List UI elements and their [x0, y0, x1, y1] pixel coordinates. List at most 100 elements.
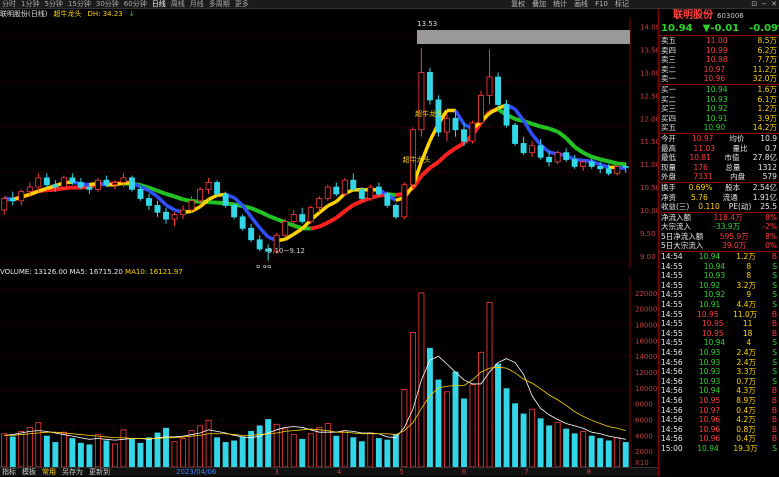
high-highlight-band — [417, 30, 630, 44]
candle-body — [623, 166, 628, 167]
volume-bar — [232, 441, 237, 467]
stat2-row: 收益(三)0.110PE(动)25.5 — [659, 202, 779, 212]
volume-chart[interactable]: 2200020000180001600014000120001000080006… — [0, 277, 658, 467]
cursor-date: 2023/04/06 — [176, 468, 216, 476]
tick-row-cell: 14:55 — [661, 300, 683, 310]
period-tab-6[interactable]: 日线 — [152, 0, 166, 9]
tick-row: 14:5610.944.3万B — [659, 386, 779, 396]
tick-row-cell: 0.7万 — [737, 377, 756, 387]
volume-bar — [87, 445, 92, 467]
volume-bar — [530, 409, 535, 467]
period-tab-8[interactable]: 月线 — [190, 0, 204, 9]
tool-button-3[interactable]: 画线 — [574, 0, 588, 9]
ask-book: 卖五11.008.5万卖四10.996.2万卖三10.987.7万卖二10.97… — [659, 36, 779, 84]
period-tab-10[interactable]: 更多 — [235, 0, 249, 9]
volume-axis-label: 12000 — [635, 369, 657, 377]
stat2-row: 净资5.76流通1.91亿 — [659, 193, 779, 203]
price-axis-label: 9.00 — [640, 253, 656, 261]
ma5-segment — [336, 193, 345, 201]
candle-body — [564, 153, 569, 160]
stat-row-cell: 10.9 — [760, 134, 777, 144]
tool-button-5[interactable]: 标记 — [615, 0, 629, 9]
minimize-icon[interactable]: − — [761, 0, 767, 9]
tool-button-4[interactable]: F10 — [595, 0, 608, 9]
price-chart[interactable]: 14.0013.5013.0012.5012.0011.5011.0010.50… — [0, 19, 658, 268]
stat2-row-cell: 2.54亿 — [753, 183, 777, 193]
indicator-name[interactable]: 超牛龙头 — [53, 9, 81, 19]
month-mark: 7 — [524, 468, 528, 476]
volume-bar — [61, 432, 66, 467]
stat2-row-cell: 股本 — [725, 183, 740, 193]
volume-bar — [121, 430, 126, 467]
period-tab-1[interactable]: 1分钟 — [21, 0, 39, 9]
flow-row: 净流入额118.4万8% — [659, 213, 779, 223]
restore-icon[interactable]: ⊡ — [751, 0, 757, 9]
volume-axis-label: 2000 — [635, 448, 653, 456]
tick-row-cell: 15:00 — [661, 444, 683, 454]
bid-row-cell: 10.91 — [706, 114, 727, 124]
candle-body — [555, 153, 560, 162]
tick-row-cell: 10.94 — [697, 444, 718, 454]
bottom-tab-3[interactable]: 另存为 — [62, 468, 83, 476]
ask-row-cell: 10.97 — [704, 65, 725, 75]
flow-row-cell: -2% — [762, 222, 777, 232]
period-tab-7[interactable]: 周线 — [171, 0, 185, 9]
tick-row-cell: S — [772, 262, 777, 272]
volume-bar — [598, 439, 603, 467]
period-tab-2[interactable]: 5分钟 — [44, 0, 62, 9]
tick-row-cell: 0.4万 — [736, 434, 755, 444]
volume-bar — [53, 442, 58, 467]
volume-axis-label: 14000 — [635, 353, 657, 361]
volume-bar — [317, 427, 322, 467]
bottom-tab-4[interactable]: 更新到 — [89, 468, 110, 476]
tick-row-cell: 10.95 — [699, 396, 720, 406]
stat-row-cell: 10.81 — [689, 153, 710, 163]
ma10-segment — [575, 147, 584, 153]
close-icon[interactable]: ✕ — [771, 0, 777, 9]
bottom-tab-1[interactable]: 模板 — [22, 468, 36, 476]
candle-body — [598, 166, 603, 168]
ask-row-cell: 卖一 — [661, 74, 676, 84]
volume-bar — [325, 423, 330, 467]
stat-row-cell: 量比 — [733, 144, 748, 154]
period-tab-9[interactable]: 多周期 — [209, 0, 230, 9]
tick-row-cell: 10.94 — [699, 252, 720, 262]
tool-button-1[interactable]: 叠加 — [532, 0, 546, 9]
ask-row: 卖二10.9711.2万 — [659, 65, 779, 75]
tick-row-cell: 10.93 — [699, 377, 720, 387]
volume-bar — [444, 392, 449, 467]
candle-body — [376, 187, 381, 194]
tick-row-cell: S — [772, 377, 777, 387]
tick-row: 14:5610.933.3万S — [659, 367, 779, 377]
candle-body — [172, 215, 177, 220]
ask-row: 卖四10.996.2万 — [659, 46, 779, 56]
candle-body — [334, 187, 339, 194]
period-tab-3[interactable]: 15分钟 — [68, 0, 91, 9]
tick-row-cell: 14:54 — [661, 252, 683, 262]
volume-bar — [359, 442, 364, 467]
volume-bar — [615, 438, 620, 467]
price-axis-label: 14.00 — [640, 24, 658, 32]
period-tab-0[interactable]: 分时 — [2, 0, 16, 9]
period-tab-5[interactable]: 60分钟 — [124, 0, 147, 9]
ma10-segment — [600, 159, 609, 161]
tool-button-0[interactable]: 复权 — [511, 0, 525, 9]
bottom-tab-2[interactable]: 常用 — [42, 468, 56, 476]
tool-button-2[interactable]: 统计 — [553, 0, 567, 9]
price-axis-label: 10.50 — [640, 184, 658, 192]
period-tab-4[interactable]: 30分钟 — [96, 0, 119, 9]
quote-code: 603006 — [717, 12, 744, 20]
tick-row-cell: B — [772, 406, 777, 416]
tick-row-cell: 4 — [746, 338, 751, 348]
tick-row: 15:0010.9419.3万S — [659, 444, 779, 454]
tick-list[interactable]: 14:5410.941.2万B14:5510.948S14:5510.938S1… — [659, 252, 779, 453]
candle-body — [513, 125, 518, 143]
flow-row: 大宗流入-33.9万-2% — [659, 222, 779, 232]
volume-bar — [2, 434, 7, 467]
bottom-tab-0[interactable]: 指标 — [2, 468, 16, 476]
candle-body — [163, 212, 168, 219]
tick-row-cell: 10.94 — [699, 386, 720, 396]
tick-row-cell: 10.97 — [699, 406, 720, 416]
candle-body — [385, 194, 390, 205]
stat-row: 最低10.81市值27.8亿 — [659, 153, 779, 163]
